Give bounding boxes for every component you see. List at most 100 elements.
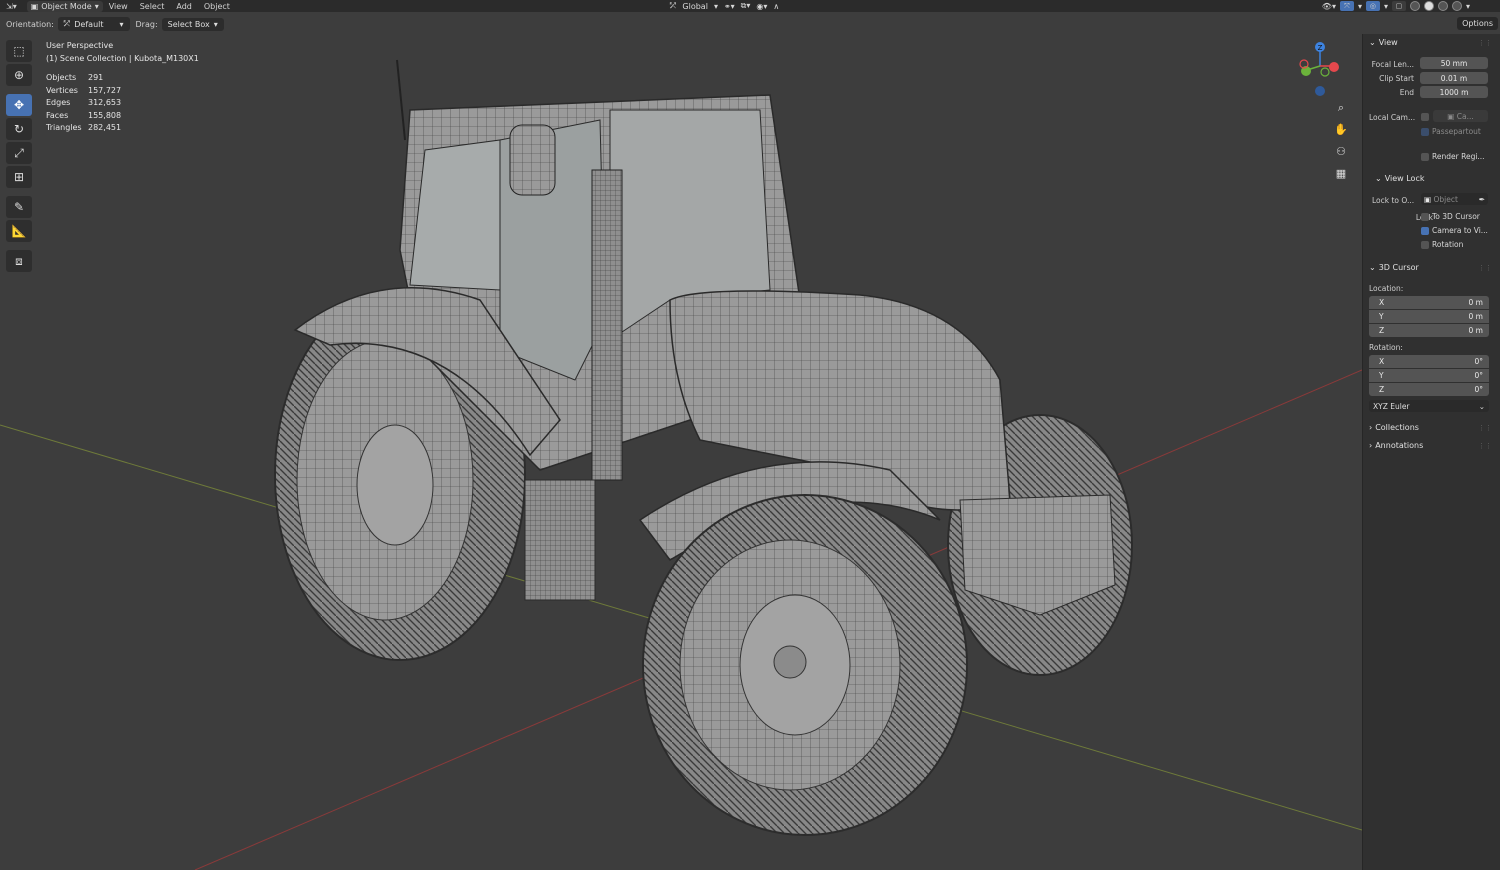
solid-shading-icon[interactable] — [1423, 1, 1434, 11]
gizmo-toggle-icon[interactable]: ⤧ — [1339, 1, 1354, 11]
view-lock-title: View Lock — [1384, 174, 1425, 183]
rotation-z-field[interactable]: Z 0° — [1369, 383, 1489, 396]
front-left-wheel — [642, 494, 968, 836]
chevron-down-icon[interactable]: ▾ — [1358, 2, 1362, 11]
stat-label: Vertices — [46, 85, 78, 95]
drag-dropdown[interactable]: Select Box ▾ — [161, 17, 224, 31]
add-cube-tool-icon[interactable]: ⧈ — [6, 250, 32, 272]
viewport-text-overlay: User Perspective (1) Scene Collection | … — [46, 40, 199, 135]
pan-hand-icon[interactable]: ✋ — [1331, 119, 1351, 139]
annotate-tool-icon[interactable]: ✎ — [6, 196, 32, 218]
viewport-shading-controls: 👁▾ ⤧ ▾ ◎ ▾ ▢ ▾ — [1322, 0, 1470, 12]
transform-orientation-icon: ⤱ — [670, 1, 677, 10]
clip-end-field[interactable]: 1000 m — [1420, 86, 1488, 98]
rotation-mode-dropdown[interactable]: XYZ Euler ⌄ — [1369, 400, 1489, 412]
falloff-icon[interactable]: ∧ — [773, 2, 779, 11]
select-box-tool-icon[interactable]: ⬚ — [6, 40, 32, 62]
overlay-toggle-icon[interactable]: ◎ — [1365, 1, 1380, 11]
chevron-down-icon[interactable]: ▾ — [1466, 2, 1470, 11]
render-region-label: Render Regi... — [1432, 152, 1485, 161]
wireframe-shading-icon[interactable] — [1409, 1, 1420, 11]
rotation-lock-checkbox[interactable] — [1421, 241, 1429, 249]
clip-start-field[interactable]: 0.01 m — [1420, 72, 1488, 84]
axis-value: 0 m — [1468, 312, 1483, 321]
annotations-section-header[interactable]: › Annotations — [1369, 441, 1423, 450]
view-lock-section-header[interactable]: ⌄ View Lock — [1375, 174, 1424, 183]
scale-tool-icon[interactable]: ⤢ — [6, 142, 32, 164]
menu-object[interactable]: Object — [198, 2, 236, 11]
menu-add[interactable]: Add — [170, 2, 198, 11]
3d-viewport[interactable] — [0, 34, 1362, 870]
orientation-dropdown[interactable]: ⤱ Default ▾ — [57, 17, 130, 31]
material-shading-icon[interactable] — [1437, 1, 1448, 11]
location-z-field[interactable]: Z 0 m — [1369, 324, 1489, 337]
menu-select[interactable]: Select — [134, 2, 171, 11]
camera-view-icon[interactable]: ⚇ — [1331, 141, 1351, 161]
axis-value: 0 m — [1468, 326, 1483, 335]
drag-grip-icon[interactable]: ⋮⋮ — [1478, 424, 1492, 432]
proportional-edit-icon[interactable]: ◉▾ — [756, 2, 767, 11]
pivot-icon[interactable]: ⚭▾ — [724, 2, 735, 11]
rotation-mode-value: XYZ Euler — [1373, 401, 1410, 411]
rotation-y-field[interactable]: Y 0° — [1369, 369, 1489, 382]
axis-value: 0° — [1474, 357, 1483, 366]
tool-shelf: ⬚ ⊕ ✥ ↻ ⤢ ⊞ ✎ 📐 ⧈ — [6, 40, 34, 272]
annotations-title: Annotations — [1375, 441, 1424, 450]
transform-tool-icon[interactable]: ⊞ — [6, 166, 32, 188]
editor-type-icon[interactable]: ⇲▾ — [0, 2, 23, 11]
collections-title: Collections — [1375, 423, 1419, 432]
axis-label: X — [1379, 357, 1385, 366]
to-3d-cursor-checkbox[interactable] — [1421, 213, 1429, 221]
rotate-tool-icon[interactable]: ↻ — [6, 118, 32, 140]
3d-cursor-section-header[interactable]: ⌄ 3D Cursor — [1369, 263, 1419, 272]
drag-grip-icon[interactable]: ⋮⋮ — [1478, 264, 1492, 272]
rendered-shading-icon[interactable] — [1451, 1, 1462, 11]
drag-grip-icon[interactable]: ⋮⋮ — [1478, 39, 1492, 47]
lock-to-object-label: Lock to O... — [1372, 196, 1415, 205]
orientation-icon: ⤱ — [63, 19, 71, 28]
cursor-tool-icon[interactable]: ⊕ — [6, 64, 32, 86]
rotation-x-field[interactable]: X 0° — [1369, 355, 1489, 368]
drag-grip-icon[interactable]: ⋮⋮ — [1478, 442, 1492, 450]
viewport-scene — [0, 59, 1362, 870]
move-tool-icon[interactable]: ✥ — [6, 94, 32, 116]
focal-length-label: Focal Len... — [1371, 60, 1414, 69]
stat-label: Objects — [46, 73, 77, 82]
rotation-label: Rotation: — [1369, 343, 1403, 352]
camera-to-view-checkbox[interactable] — [1421, 227, 1429, 235]
mode-dropdown[interactable]: ▣ Object Mode ▾ — [26, 0, 103, 12]
render-region-checkbox[interactable] — [1421, 153, 1429, 161]
eyedropper-icon[interactable]: ✒ — [1479, 195, 1485, 204]
ortho-grid-icon[interactable]: ▦ — [1331, 163, 1351, 183]
chevron-down-icon[interactable]: ▾ — [1384, 2, 1388, 11]
chevron-right-icon: › — [1369, 441, 1373, 450]
lock-to-object-field[interactable]: ▣ Object ✒ — [1421, 193, 1488, 205]
location-y-field[interactable]: Y 0 m — [1369, 310, 1489, 323]
local-camera-field[interactable]: ▣ Ca... — [1433, 110, 1488, 122]
snap-icon[interactable]: ⧉▾ — [741, 1, 751, 11]
chevron-down-icon: ▾ — [119, 19, 124, 29]
stat-value: 157,727 — [88, 85, 122, 95]
local-camera-checkbox[interactable] — [1421, 113, 1429, 121]
focal-length-field[interactable]: 50 mm — [1420, 57, 1488, 69]
transform-space-dropdown[interactable]: Global — [682, 2, 708, 11]
passepartout-checkbox[interactable] — [1421, 128, 1429, 136]
clip-end-label: End — [1399, 88, 1414, 97]
object-icon: ▣ — [1424, 194, 1434, 204]
stat-value: 291 — [88, 73, 104, 82]
zoom-icon[interactable]: ⌕ — [1331, 98, 1351, 118]
measure-tool-icon[interactable]: 📐 — [6, 220, 32, 242]
camera-to-view-label: Camera to Vi... — [1432, 226, 1488, 235]
view-section-header[interactable]: ⌄ View — [1369, 38, 1398, 47]
chevron-down-icon: ⌄ — [1375, 174, 1382, 183]
location-x-field[interactable]: X 0 m — [1369, 296, 1489, 309]
stat-value: 155,808 — [88, 110, 122, 120]
visibility-icon[interactable]: 👁▾ — [1322, 2, 1336, 11]
orientation-value: Default — [74, 19, 104, 29]
xray-icon[interactable]: ▢ — [1391, 1, 1406, 11]
options-button[interactable]: Options — [1457, 17, 1498, 30]
scene-statistics: Objects 291 Vertices 157,727 Edges 312,653 … — [46, 72, 199, 135]
collections-section-header[interactable]: › Collections — [1369, 423, 1419, 432]
menu-view[interactable]: View — [103, 2, 134, 11]
navigation-gizmo[interactable]: Z — [1295, 40, 1347, 100]
